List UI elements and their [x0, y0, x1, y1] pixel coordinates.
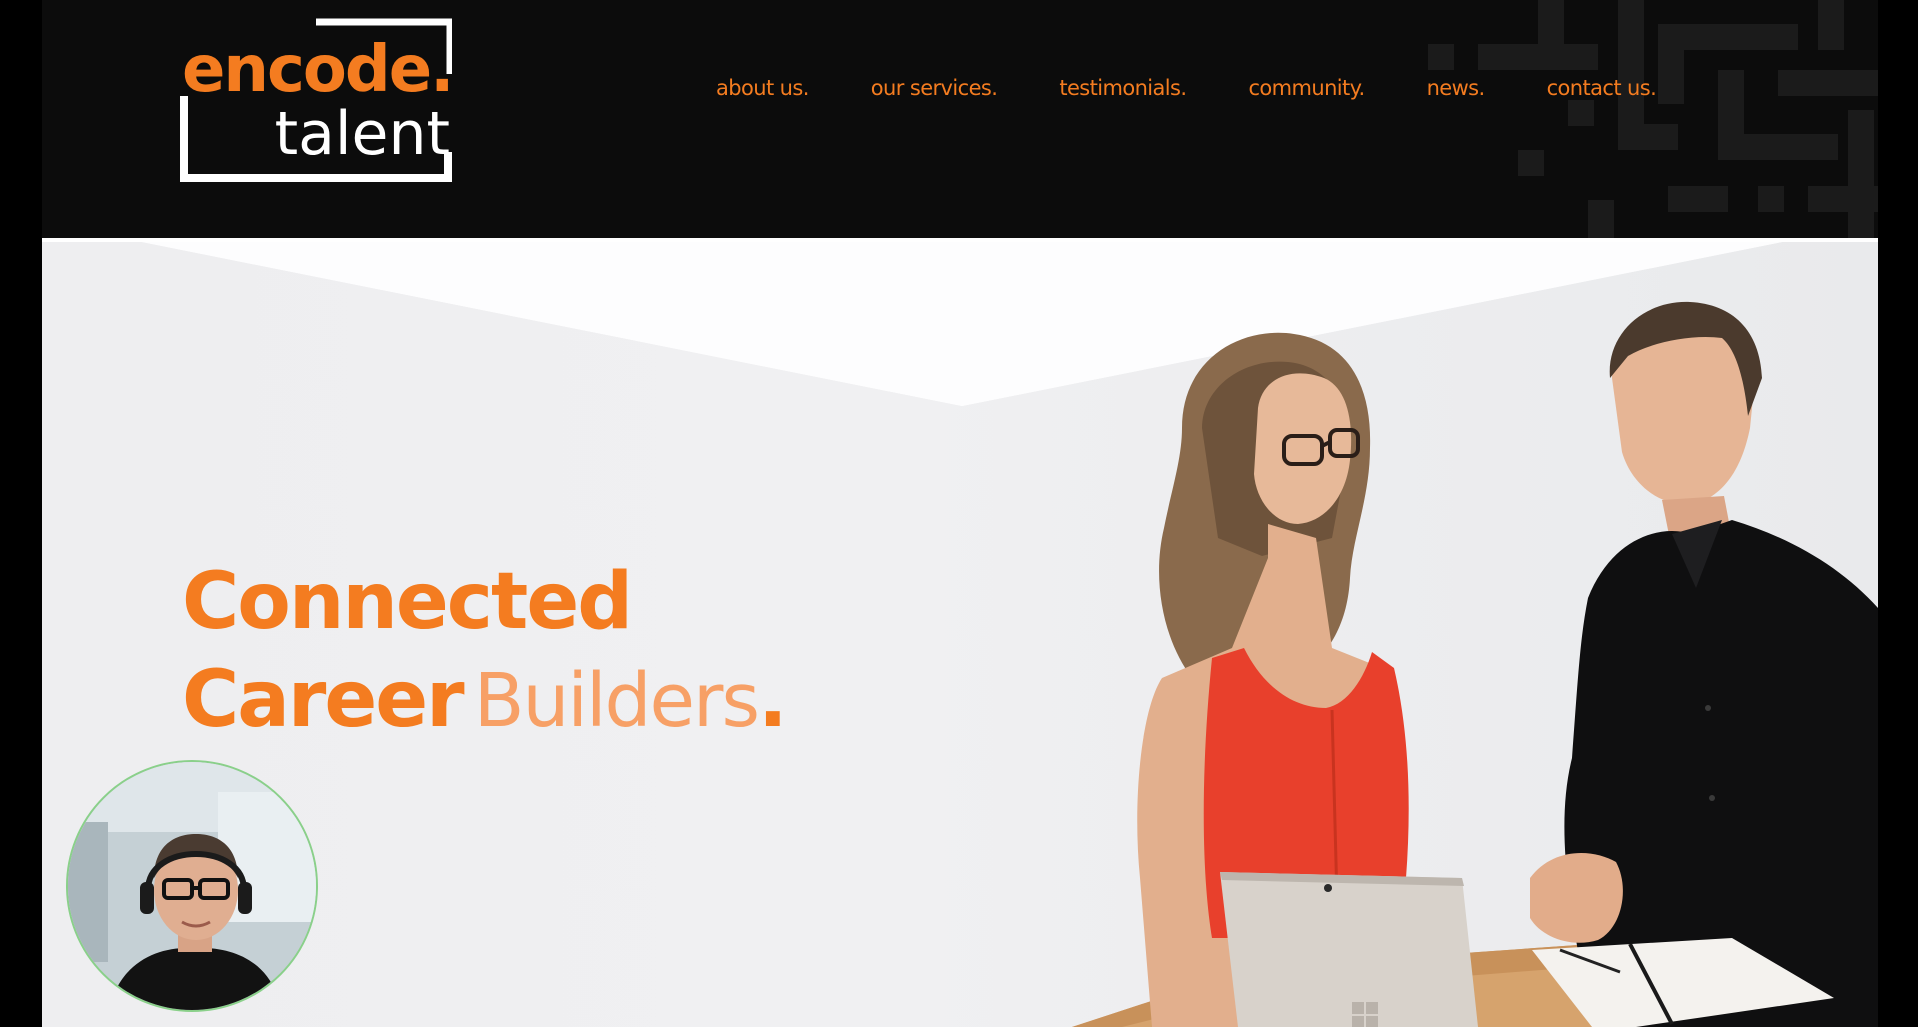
- maze-pattern-icon: [1428, 0, 1878, 238]
- hero-headline-builders: Builders: [473, 658, 760, 744]
- logo-word-talent: talent: [274, 99, 450, 169]
- webcam-overlay: [66, 760, 318, 1012]
- nav-link-news[interactable]: news.: [1427, 76, 1486, 100]
- nav-link-community[interactable]: community.: [1248, 76, 1365, 100]
- nav-link-our-services[interactable]: our services.: [871, 76, 998, 100]
- logo-word-encode: encode.: [182, 33, 454, 107]
- hero-headline-line-1: Connected: [182, 557, 633, 647]
- hero-headline-line-2: Career Builders.: [182, 651, 788, 764]
- hero-section: Connected Career Builders.: [42, 238, 1878, 1027]
- site-header: encode. talent about us. our services. t…: [42, 0, 1878, 238]
- nav-link-contact-us[interactable]: contact us.: [1547, 76, 1657, 100]
- nav-link-testimonials[interactable]: testimonials.: [1059, 76, 1187, 100]
- hero-headline: Connected Career Builders.: [182, 553, 788, 764]
- presenter-video: [68, 762, 316, 1010]
- nav-link-about-us[interactable]: about us.: [716, 76, 809, 100]
- hero-photo-people: [1072, 301, 1878, 1027]
- hero-headline-career: Career: [182, 655, 465, 745]
- encode-talent-logo[interactable]: encode. talent: [180, 18, 454, 182]
- hero-headline-dot: .: [758, 655, 788, 745]
- main-nav: about us. our services. testimonials. co…: [716, 76, 1657, 100]
